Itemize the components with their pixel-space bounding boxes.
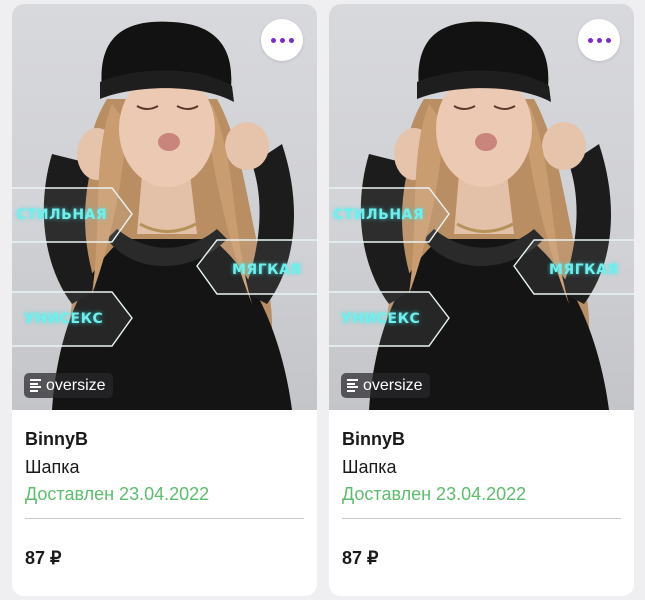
product-image[interactable]: Стильная Мягкая Унисекс oversize — [12, 4, 317, 410]
divider — [342, 518, 621, 519]
image-tag: Мягкая — [232, 262, 302, 278]
order-card[interactable]: Стильная Мягкая Унисекс oversize BinnyB … — [12, 4, 317, 596]
image-tag: Стильная — [16, 207, 108, 223]
card-info: BinnyB Шапка Доставлен 23.04.2022 87 ₽ — [329, 410, 634, 569]
brand-name: BinnyB — [25, 429, 88, 449]
price: 87 ₽ — [342, 548, 379, 568]
size-badge-label: oversize — [46, 376, 106, 394]
text-lines-icon — [30, 379, 41, 392]
card-info: BinnyB Шапка Доставлен 23.04.2022 87 ₽ — [12, 410, 317, 569]
orders-grid: Стильная Мягкая Унисекс oversize BinnyB … — [0, 0, 645, 600]
text-lines-icon — [347, 379, 358, 392]
more-options-button[interactable] — [578, 19, 620, 61]
delivery-status: Доставлен 23.04.2022 — [342, 484, 527, 504]
size-badge-label: oversize — [363, 376, 423, 394]
image-tag: Мягкая — [549, 262, 619, 278]
more-options-button[interactable] — [261, 19, 303, 61]
product-name: Шапка — [342, 457, 397, 477]
image-tag: Унисекс — [341, 311, 421, 327]
product-image[interactable]: Стильная Мягкая Унисекс oversize — [329, 4, 634, 410]
price: 87 ₽ — [25, 548, 62, 568]
size-badge: oversize — [341, 373, 430, 398]
brand-name: BinnyB — [342, 429, 405, 449]
delivery-status: Доставлен 23.04.2022 — [25, 484, 210, 504]
image-tag: Стильная — [333, 207, 425, 223]
image-tag: Унисекс — [24, 311, 104, 327]
divider — [25, 518, 304, 519]
more-dots-icon — [270, 37, 294, 43]
order-card[interactable]: Стильная Мягкая Унисекс oversize BinnyB … — [329, 4, 634, 596]
product-name: Шапка — [25, 457, 80, 477]
more-dots-icon — [587, 37, 611, 43]
size-badge: oversize — [24, 373, 113, 398]
